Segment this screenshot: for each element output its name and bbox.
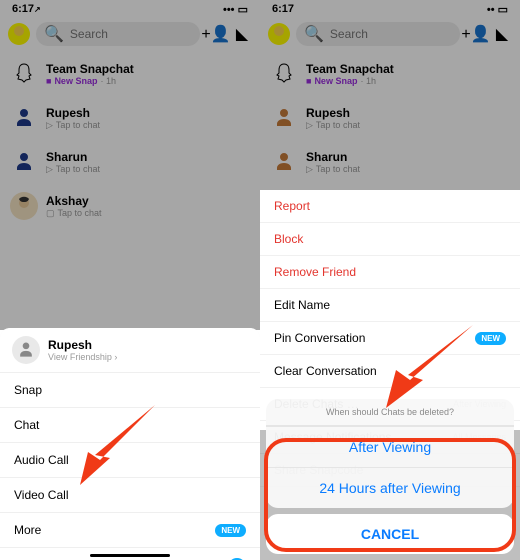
new-badge: NEW <box>215 524 246 537</box>
actionsheet-title: When should Chats be deleted? <box>266 399 514 426</box>
sheet-header[interactable]: RupeshView Friendship › <box>0 328 260 372</box>
option-after-viewing[interactable]: After Viewing <box>266 426 514 467</box>
menu-edit-name[interactable]: Edit Name <box>260 289 520 322</box>
option-24-hours[interactable]: 24 Hours after Viewing <box>266 467 514 508</box>
action-sheet: RupeshView Friendship › Snap Chat Audio … <box>0 328 260 560</box>
menu-report[interactable]: Report <box>260 190 520 223</box>
sheet-row-video[interactable]: Video Call <box>0 477 260 512</box>
dim-overlay <box>260 0 520 190</box>
menu-clear[interactable]: Clear Conversation <box>260 355 520 388</box>
sheet-row-chat[interactable]: Chat <box>0 407 260 442</box>
menu-block[interactable]: Block <box>260 223 520 256</box>
sheet-row-snap[interactable]: Snap <box>0 372 260 407</box>
left-pane: 6:17↗ ••• ▭ 🔍 +👤 ◣ Team Snapchat■New Sna… <box>0 0 260 560</box>
menu-remove-friend[interactable]: Remove Friend <box>260 256 520 289</box>
sheet-row-more[interactable]: MoreNEW <box>0 512 260 547</box>
menu-pin[interactable]: Pin ConversationNEW <box>260 322 520 355</box>
sheet-row-audio[interactable]: Audio Call <box>0 442 260 477</box>
home-indicator <box>90 554 170 557</box>
dim-overlay <box>0 0 260 330</box>
new-badge: NEW <box>475 332 506 345</box>
delete-chats-actionsheet: When should Chats be deleted? After View… <box>266 399 514 554</box>
right-pane: 6:17 •• ▭ 🔍 +👤 ◣ Team Snapchat■New Snap·… <box>260 0 520 560</box>
cancel-button[interactable]: CANCEL <box>266 514 514 554</box>
avatar-small-icon <box>12 336 40 364</box>
